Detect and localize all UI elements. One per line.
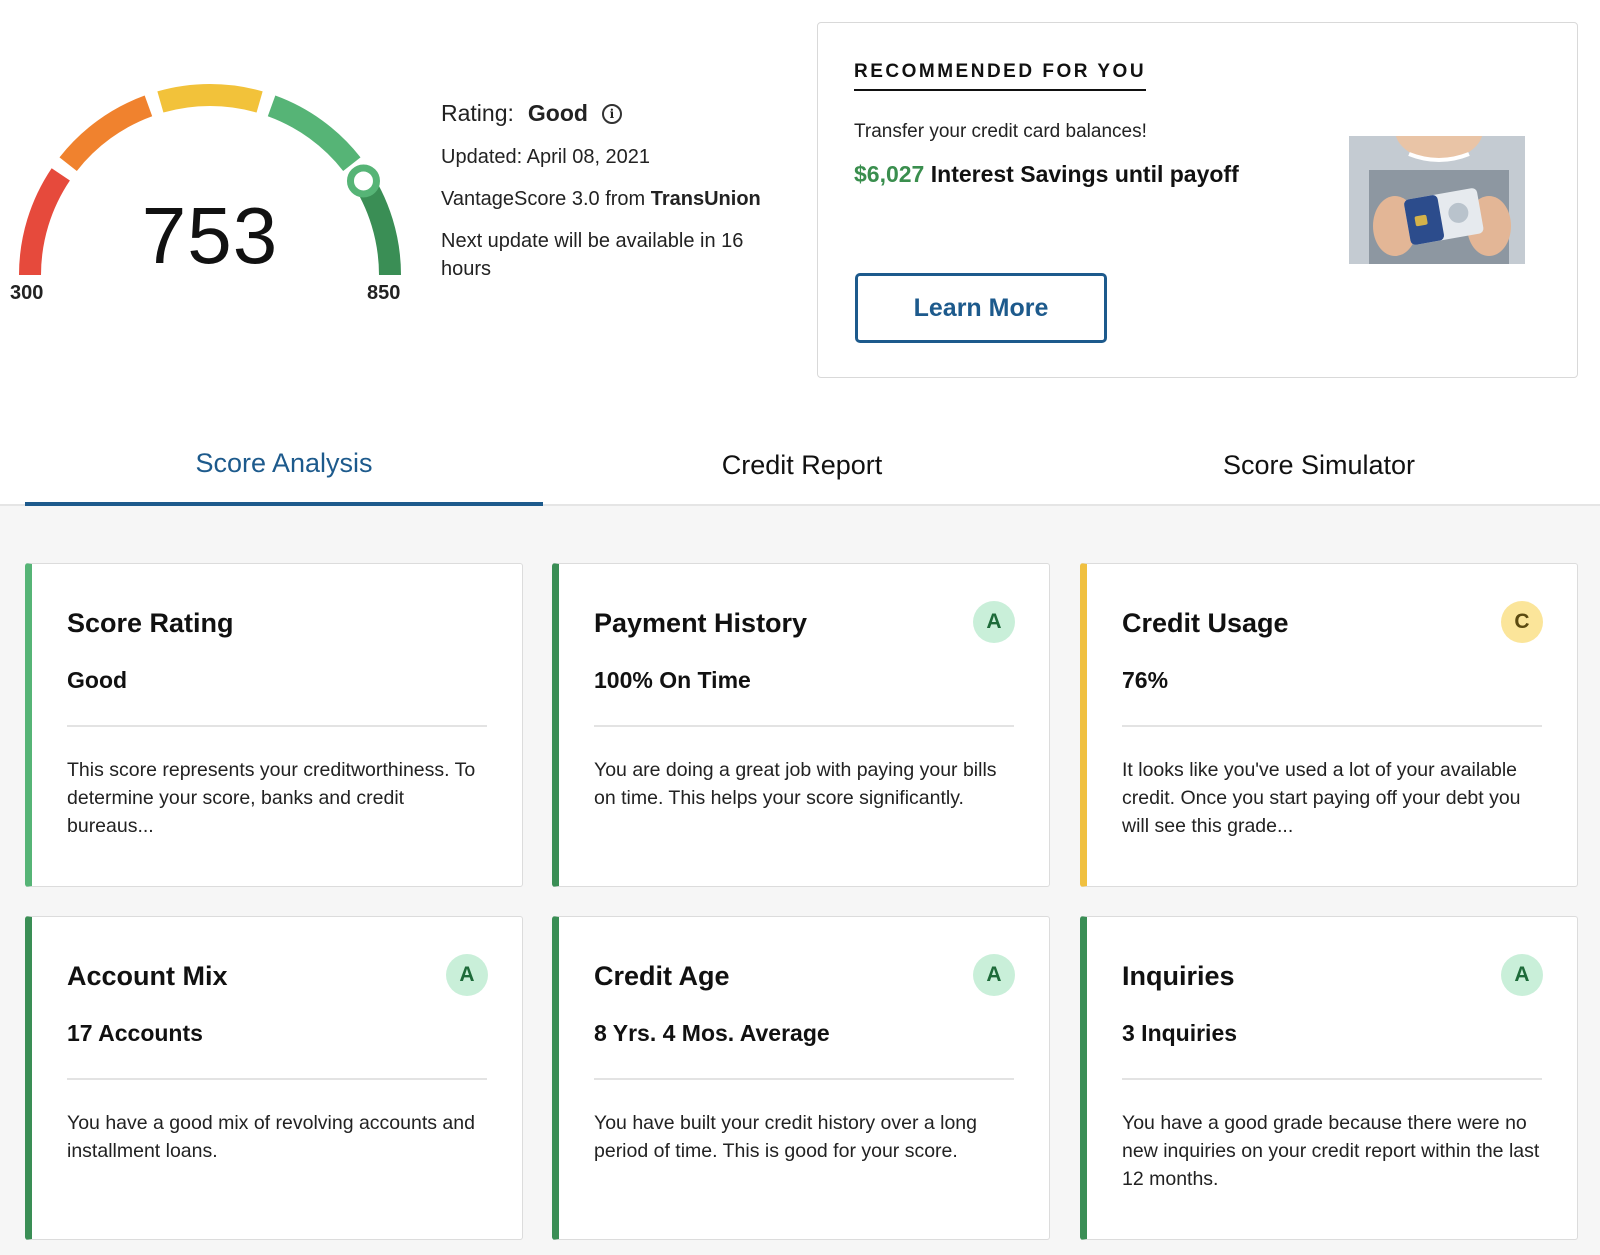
recommendation-text: Transfer your credit card balances! — [854, 121, 1147, 142]
score-source: VantageScore 3.0 from TransUnion — [441, 185, 781, 213]
gauge-segment — [59, 95, 153, 172]
tab-score-simulator[interactable]: Score Simulator — [1060, 424, 1578, 506]
card-value: 3 Inquiries — [1122, 1020, 1238, 1046]
score-factors-grid: Score Rating Good This score represents … — [0, 506, 1600, 1255]
rating-label: Rating: — [441, 100, 514, 126]
learn-more-button[interactable]: Learn More — [855, 273, 1107, 343]
card-title: Score Rating — [67, 608, 234, 638]
card-divider — [67, 725, 487, 727]
card-title: Credit Usage — [1122, 608, 1289, 638]
card-description: You have a good grade because there were… — [1122, 1112, 1540, 1190]
card-divider — [594, 1078, 1014, 1080]
tab-score-analysis[interactable]: Score Analysis — [25, 424, 543, 506]
person-holding-card-illustration — [1349, 136, 1525, 264]
savings-line: $6,027 Interest Savings until payoff — [854, 161, 1239, 188]
rating-line: Rating: Good i — [441, 100, 781, 127]
info-icon[interactable]: i — [601, 103, 622, 124]
grade-badge: C — [1501, 601, 1543, 643]
card-title: Inquiries — [1122, 961, 1235, 991]
next-update-notice: Next update will be available in 16 hour… — [441, 230, 744, 280]
card-divider — [67, 1078, 487, 1080]
grade-badge: A — [973, 601, 1015, 643]
rating-value: Good — [527, 100, 588, 126]
score-header: 753 300 850 Rating: Good i Updated: Apri… — [0, 0, 1600, 410]
factor-card-account-mix[interactable]: Account Mix A 17 Accounts You have a goo… — [25, 916, 523, 1240]
factor-card-score-rating[interactable]: Score Rating Good This score represents … — [25, 563, 523, 887]
factor-card-inquiries[interactable]: Inquiries A 3 Inquiries You have a good … — [1080, 916, 1578, 1240]
score-marker — [346, 164, 380, 198]
score-model: VantageScore 3.0 from — [441, 188, 651, 210]
card-value: Good — [67, 667, 128, 693]
recommendation-heading: RECOMMENDED FOR YOU — [854, 61, 1147, 91]
card-value: 17 Accounts — [67, 1020, 203, 1046]
factor-card-credit-age[interactable]: Credit Age A 8 Yrs. 4 Mos. Average You h… — [552, 916, 1050, 1240]
factor-card-payment-history[interactable]: Payment History A 100% On Time You are d… — [552, 563, 1050, 887]
card-divider — [1122, 725, 1542, 727]
card-description: It looks like you've used a lot of your … — [1122, 759, 1521, 837]
tab-credit-report[interactable]: Credit Report — [543, 424, 1061, 506]
card-description: You are doing a great job with paying yo… — [594, 759, 997, 809]
gauge-segment — [157, 84, 263, 113]
savings-label: Interest Savings until payoff — [924, 161, 1239, 187]
credit-bureau: TransUnion — [650, 188, 761, 210]
gauge-segment — [267, 95, 361, 172]
credit-card-offer-image — [1349, 136, 1525, 264]
grade-badge: A — [973, 954, 1015, 996]
card-description: You have built your credit history over … — [594, 1112, 978, 1162]
card-title: Account Mix — [67, 961, 228, 991]
score-gauge: 753 300 850 — [0, 60, 420, 320]
gauge-min-label: 300 — [10, 282, 44, 304]
gauge-segment — [19, 168, 71, 276]
card-divider — [594, 725, 1014, 727]
recommendation-card: RECOMMENDED FOR YOU Transfer your credit… — [817, 22, 1578, 378]
card-value: 8 Yrs. 4 Mos. Average — [594, 1020, 830, 1046]
score-info: Rating: Good i Updated: April 08, 2021 V… — [441, 100, 781, 297]
card-title: Payment History — [594, 608, 808, 638]
card-divider — [1122, 1078, 1542, 1080]
card-description: You have a good mix of revolving account… — [67, 1112, 475, 1162]
gauge-max-label: 850 — [367, 282, 401, 304]
card-value: 100% On Time — [594, 667, 751, 693]
card-title: Credit Age — [594, 961, 730, 991]
factor-card-credit-usage[interactable]: Credit Usage C 76% It looks like you've … — [1080, 563, 1578, 887]
credit-score-value: 753 — [141, 191, 279, 280]
tab-bar: Score Analysis Credit Report Score Simul… — [0, 424, 1600, 506]
grade-badge: A — [446, 954, 488, 996]
updated-date: Updated: April 08, 2021 — [441, 146, 651, 168]
card-description: This score represents your creditworthin… — [67, 759, 476, 837]
savings-amount: $6,027 — [854, 161, 925, 187]
card-value: 76% — [1122, 667, 1169, 693]
grade-badge: A — [1501, 954, 1543, 996]
